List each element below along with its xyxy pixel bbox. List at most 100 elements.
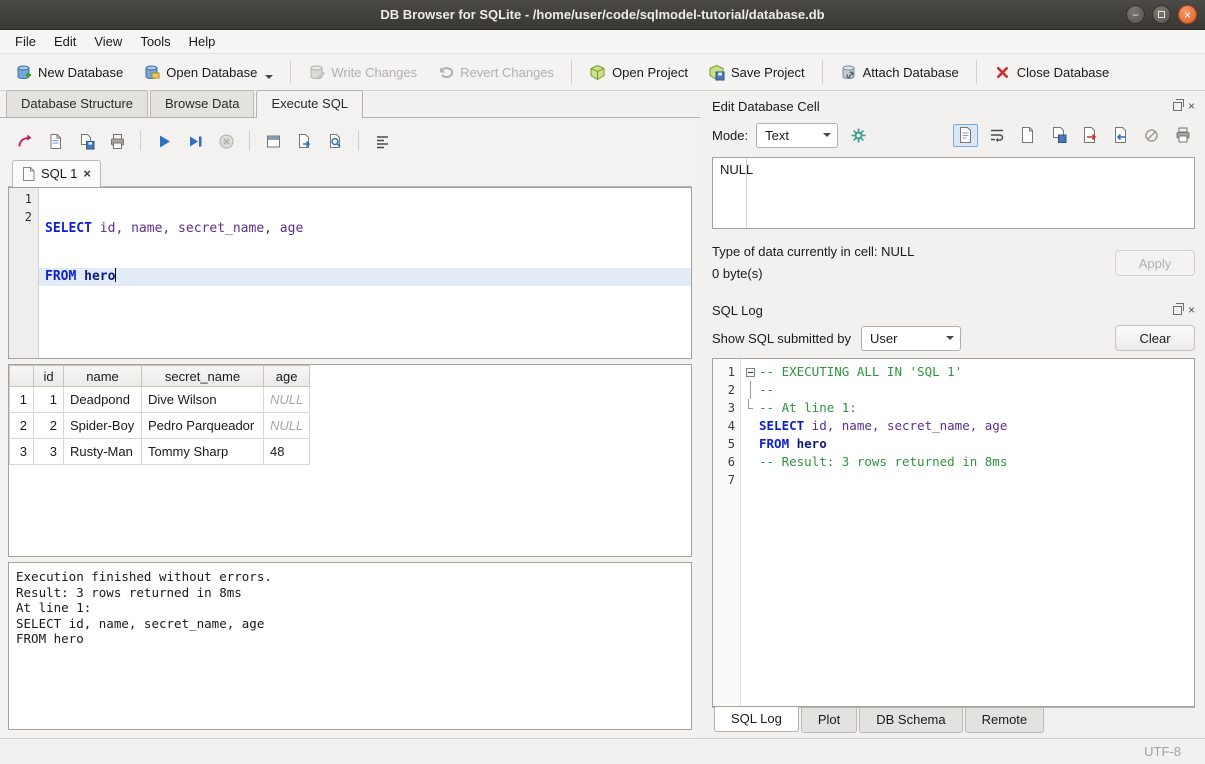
log-body: -- EXECUTING ALL IN 'SQL 1' -- -- At lin…: [741, 359, 1194, 706]
toolbar-separator: [822, 60, 823, 84]
cell-secret-name[interactable]: Dive Wilson: [142, 387, 264, 413]
set-null-button[interactable]: [1139, 124, 1164, 147]
open-database-dropdown-icon[interactable]: [265, 75, 273, 79]
new-window-icon: [265, 133, 282, 150]
find-replace-icon: [327, 133, 344, 150]
write-changes-icon: [308, 64, 325, 81]
clear-button[interactable]: Clear: [1115, 325, 1195, 351]
menu-help[interactable]: Help: [180, 31, 225, 52]
menu-tools[interactable]: Tools: [131, 31, 179, 52]
table-row[interactable]: 2 2 Spider-Boy Pedro Parqueador NULL: [10, 413, 310, 439]
submitter-select[interactable]: User: [861, 326, 961, 351]
word-wrap-button[interactable]: [984, 124, 1009, 147]
workspace: Database Structure Browse Data Execute S…: [0, 91, 1205, 738]
text-view-button[interactable]: [953, 124, 978, 147]
menu-edit[interactable]: Edit: [45, 31, 85, 52]
execute-current-line-button[interactable]: [183, 129, 207, 153]
cell-secret-name[interactable]: Pedro Parqueador: [142, 413, 264, 439]
auto-mode-button[interactable]: [846, 124, 871, 147]
column-header-id[interactable]: id: [34, 366, 64, 387]
minimize-button[interactable]: −: [1126, 5, 1145, 24]
save-document-button[interactable]: [1046, 124, 1071, 147]
new-database-icon: [15, 64, 32, 81]
menu-file[interactable]: File: [6, 31, 45, 52]
cell-age[interactable]: NULL: [264, 413, 310, 439]
cell-id[interactable]: 2: [34, 413, 64, 439]
tab-execute-sql[interactable]: Execute SQL: [256, 90, 363, 118]
import-cell-button[interactable]: [1108, 124, 1133, 147]
cell-name[interactable]: Spider-Boy: [64, 413, 142, 439]
table-row[interactable]: 1 1 Deadpond Dive Wilson NULL: [10, 387, 310, 413]
log-line: -- At line 1:: [741, 399, 1194, 417]
log-line: -- Result: 3 rows returned in 8ms: [741, 453, 1194, 471]
revert-changes-button[interactable]: Revert Changes: [428, 59, 563, 86]
close-button[interactable]: ×: [1178, 5, 1197, 24]
edit-cell-dock-header: Edit Database Cell ×: [712, 95, 1195, 117]
export-sql-button[interactable]: [292, 129, 316, 153]
tab-browse-data[interactable]: Browse Data: [150, 90, 254, 117]
cell-info-row: Type of data currently in cell: NULL 0 b…: [712, 241, 1195, 285]
close-database-button[interactable]: Close Database: [985, 59, 1119, 86]
tab-plot[interactable]: Plot: [801, 708, 857, 733]
dock-close-icon[interactable]: ×: [1188, 100, 1195, 112]
tab-database-structure[interactable]: Database Structure: [6, 90, 148, 117]
column-header-age[interactable]: age: [264, 366, 310, 387]
sql-tab-close-icon[interactable]: ×: [83, 166, 91, 181]
print-button[interactable]: [105, 129, 129, 153]
open-sql-file-button[interactable]: [43, 129, 67, 153]
results-corner-cell: [10, 366, 34, 387]
log-line: -- EXECUTING ALL IN 'SQL 1': [741, 363, 1194, 381]
tab-db-schema[interactable]: DB Schema: [859, 708, 962, 733]
column-header-secret-name[interactable]: secret_name: [142, 366, 264, 387]
cell-secret-name[interactable]: Tommy Sharp: [142, 439, 264, 465]
stop-button[interactable]: [214, 129, 238, 153]
cell-editor-body[interactable]: [747, 158, 1194, 228]
mode-select[interactable]: Text: [756, 123, 838, 148]
import-cell-icon: [1113, 127, 1129, 143]
dock-float-icon[interactable]: [1173, 102, 1182, 111]
cell-name[interactable]: Rusty-Man: [64, 439, 142, 465]
tab-remote[interactable]: Remote: [965, 708, 1045, 733]
cell-name[interactable]: Deadpond: [64, 387, 142, 413]
app-window: DB Browser for SQLite - /home/user/code/…: [0, 0, 1205, 764]
open-tab-button[interactable]: [12, 129, 36, 153]
editor-code-area[interactable]: SELECT id, name, secret_name, age FROM h…: [39, 188, 691, 358]
apply-button[interactable]: Apply: [1115, 250, 1195, 276]
window-title: DB Browser for SQLite - /home/user/code/…: [0, 7, 1205, 22]
dock-float-icon[interactable]: [1173, 306, 1182, 315]
save-project-button[interactable]: Save Project: [699, 59, 814, 86]
encoding-indicator[interactable]: UTF-8: [1144, 744, 1181, 759]
stop-icon: [218, 133, 235, 150]
find-replace-button[interactable]: [323, 129, 347, 153]
new-document-button[interactable]: [1015, 124, 1040, 147]
sql-tab[interactable]: SQL 1 ×: [12, 160, 101, 187]
cell-age[interactable]: 48: [264, 439, 310, 465]
execute-all-button[interactable]: [152, 129, 176, 153]
sql-editor[interactable]: 1 2 SELECT id, name, secret_name, age FR…: [8, 187, 692, 359]
open-database-button[interactable]: Open Database: [134, 59, 282, 86]
attach-database-button[interactable]: Attach Database: [831, 59, 968, 86]
menu-view[interactable]: View: [85, 31, 131, 52]
cell-age[interactable]: NULL: [264, 387, 310, 413]
format-sql-button[interactable]: [370, 129, 394, 153]
new-database-button[interactable]: New Database: [6, 59, 132, 86]
cell-id[interactable]: 3: [34, 439, 64, 465]
titlebar[interactable]: DB Browser for SQLite - /home/user/code/…: [0, 0, 1205, 30]
main-toolbar: New Database Open Database Write Changes…: [0, 54, 1205, 91]
save-sql-file-button[interactable]: [74, 129, 98, 153]
open-project-button[interactable]: Open Project: [580, 59, 697, 86]
maximize-button[interactable]: [1152, 5, 1171, 24]
new-window-button[interactable]: [261, 129, 285, 153]
print-cell-button[interactable]: [1170, 124, 1195, 147]
export-cell-button[interactable]: [1077, 124, 1102, 147]
cell-editor[interactable]: NULL: [712, 157, 1195, 229]
toolbar-separator: [249, 131, 250, 151]
dock-close-icon[interactable]: ×: [1188, 304, 1195, 316]
tab-sql-log[interactable]: SQL Log: [714, 707, 799, 732]
table-row[interactable]: 3 3 Rusty-Man Tommy Sharp 48: [10, 439, 310, 465]
fold-collapse-icon[interactable]: [746, 368, 755, 377]
write-changes-button[interactable]: Write Changes: [299, 59, 426, 86]
column-header-name[interactable]: name: [64, 366, 142, 387]
cell-id[interactable]: 1: [34, 387, 64, 413]
set-null-icon: [1144, 128, 1159, 143]
